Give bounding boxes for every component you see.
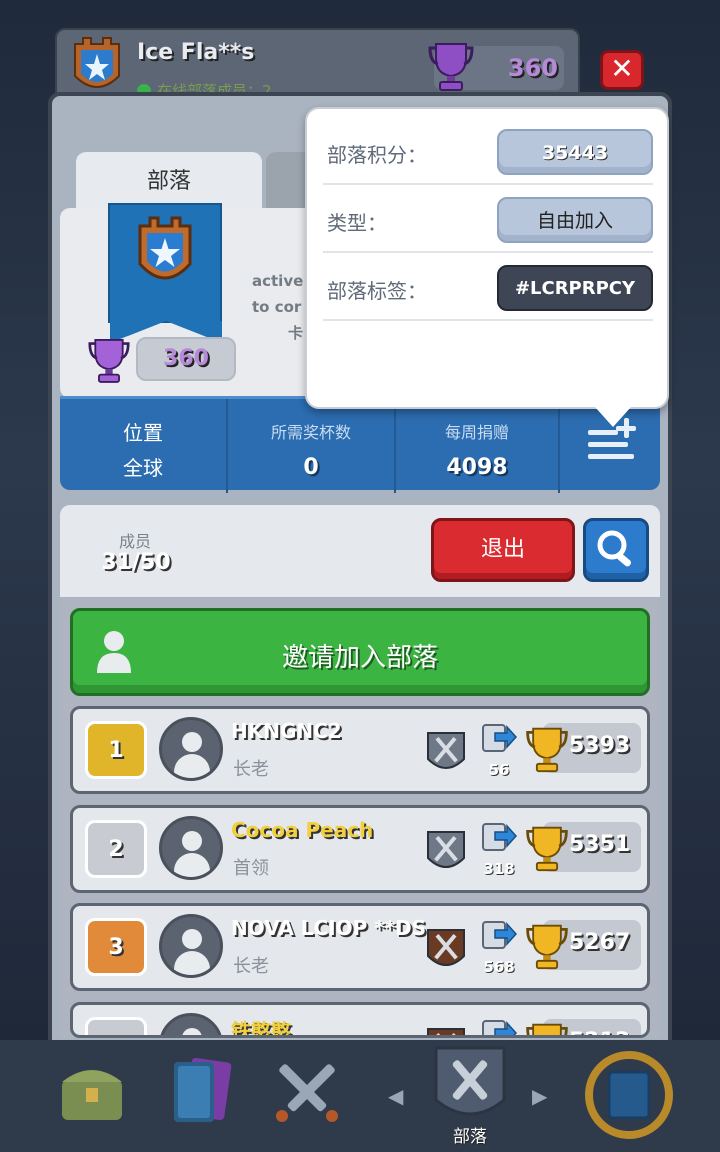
close-button[interactable]: ✕ (600, 50, 644, 90)
nav-left-arrow-icon[interactable]: ◀ (388, 1084, 403, 1108)
avatar (159, 914, 223, 978)
description-line: to cor (252, 298, 302, 316)
arena-badge-icon (427, 831, 465, 868)
stat-label: 位置 (123, 421, 163, 445)
search-icon (597, 530, 632, 567)
stat-location: 位置 全球 (60, 399, 228, 493)
donation-icon (482, 724, 517, 752)
trophy-icon (526, 826, 568, 872)
stat-label: 每周捐赠 (444, 423, 509, 442)
arena-badge-icon (427, 1028, 465, 1035)
arena-badge-icon (427, 929, 465, 966)
member-role: 长老 (233, 956, 269, 977)
cards-icon[interactable] (158, 1054, 242, 1134)
stat-required-trophies: 所需奖杯数 0 (228, 399, 396, 493)
member-row[interactable]: 1 HKNGNC2 长老 56 5393 (70, 706, 650, 794)
donation-count: 56 (488, 761, 510, 779)
member-name: Cocoa Peach (231, 818, 374, 842)
trophy-count: 5267 (569, 930, 631, 955)
type-label: 类型： (327, 211, 387, 235)
members-label: 成员 (118, 532, 151, 551)
rank-badge: 4 (85, 1017, 147, 1035)
donation-count: 568 (483, 958, 515, 976)
clan-name: Ice Fla**s (137, 40, 255, 65)
rank-badge: 1 (85, 721, 147, 779)
popup-row-score: 部落积分： 35443 (323, 117, 653, 185)
trophy-icon (428, 43, 474, 91)
nav-right-arrow-icon[interactable]: ▶ (532, 1084, 547, 1108)
trophy-count: 5351 (569, 832, 631, 857)
battle-icon[interactable] (262, 1052, 352, 1132)
clan-description: active to cor 卡 (252, 268, 303, 346)
clan-info-popup: 部落积分： 35443 类型： 自由加入 部落标签： #LCRPRPCY (305, 107, 669, 427)
rank-badge: 3 (85, 918, 147, 976)
stat-value: 4098 (446, 455, 508, 480)
stat-value: 全球 (123, 456, 163, 480)
clan-shield-icon (138, 216, 192, 280)
stat-label: 所需奖杯数 (270, 423, 351, 442)
member-row[interactable]: 3 NOVA LCIOP **DS 长老 568 5267 (70, 903, 650, 991)
invite-button[interactable]: 邀请加入部落 (70, 608, 650, 696)
description-line: 卡 (288, 324, 304, 342)
trophy-count: 5393 (569, 733, 631, 758)
member-role: 长老 (233, 759, 269, 780)
clan-trophy-icon (88, 339, 130, 383)
clan-stats-bar: 位置 全球 所需奖杯数 0 每周捐赠 4098 (60, 396, 660, 493)
member-name: HKNGNC2 (231, 719, 342, 743)
tag-value[interactable]: #LCRPRPCY (497, 265, 653, 311)
trophy-icon (526, 727, 568, 773)
chest-icon[interactable] (52, 1052, 132, 1132)
score-label: 部落积分： (327, 143, 427, 167)
stat-value: 0 (303, 455, 319, 480)
trophy-count: 5213 (569, 1029, 630, 1035)
avatar (159, 816, 223, 880)
score-value: 35443 (497, 129, 653, 175)
tag-label: 部落标签： (327, 279, 427, 303)
type-value: 自由加入 (497, 197, 653, 243)
tournament-icon[interactable] (582, 1050, 676, 1140)
trophy-icon (526, 1023, 568, 1035)
member-name: NOVA LCIOP **DS (231, 916, 427, 940)
popup-row-type: 类型： 自由加入 (323, 185, 653, 253)
clan-trophy-value: 360 (136, 337, 236, 381)
description-line: active (252, 272, 304, 290)
member-row[interactable]: 2 Cocoa Peach 首领 318 5351 (70, 805, 650, 893)
arena-badge-icon (427, 732, 465, 769)
members-count: 31/50 (101, 550, 171, 575)
trophy-icon (526, 924, 568, 970)
avatar (159, 1013, 223, 1035)
donation-icon (482, 1020, 517, 1035)
nav-active-label: 部落 (453, 1127, 487, 1147)
search-button[interactable] (583, 518, 649, 582)
header-trophy-value: 360 (507, 54, 558, 82)
popup-row-tag: 部落标签： #LCRPRPCY (323, 253, 653, 321)
rank-badge: 2 (85, 820, 147, 878)
member-name: 铁憨憨 (231, 1019, 291, 1038)
avatar (159, 717, 223, 781)
clan-badge-icon (74, 37, 120, 88)
leave-clan-button[interactable]: 退出 (431, 518, 575, 582)
member-role: 首领 (233, 858, 269, 879)
donation-count: 318 (483, 860, 515, 878)
donation-icon (482, 823, 517, 851)
invite-label: 邀请加入部落 (281, 643, 438, 673)
member-row[interactable]: 4 铁憨憨 5213 (70, 1002, 650, 1038)
donation-icon (482, 921, 517, 949)
stat-weekly-donations: 每周捐赠 4098 (396, 399, 560, 493)
clan-nav-icon[interactable] (428, 1044, 512, 1124)
